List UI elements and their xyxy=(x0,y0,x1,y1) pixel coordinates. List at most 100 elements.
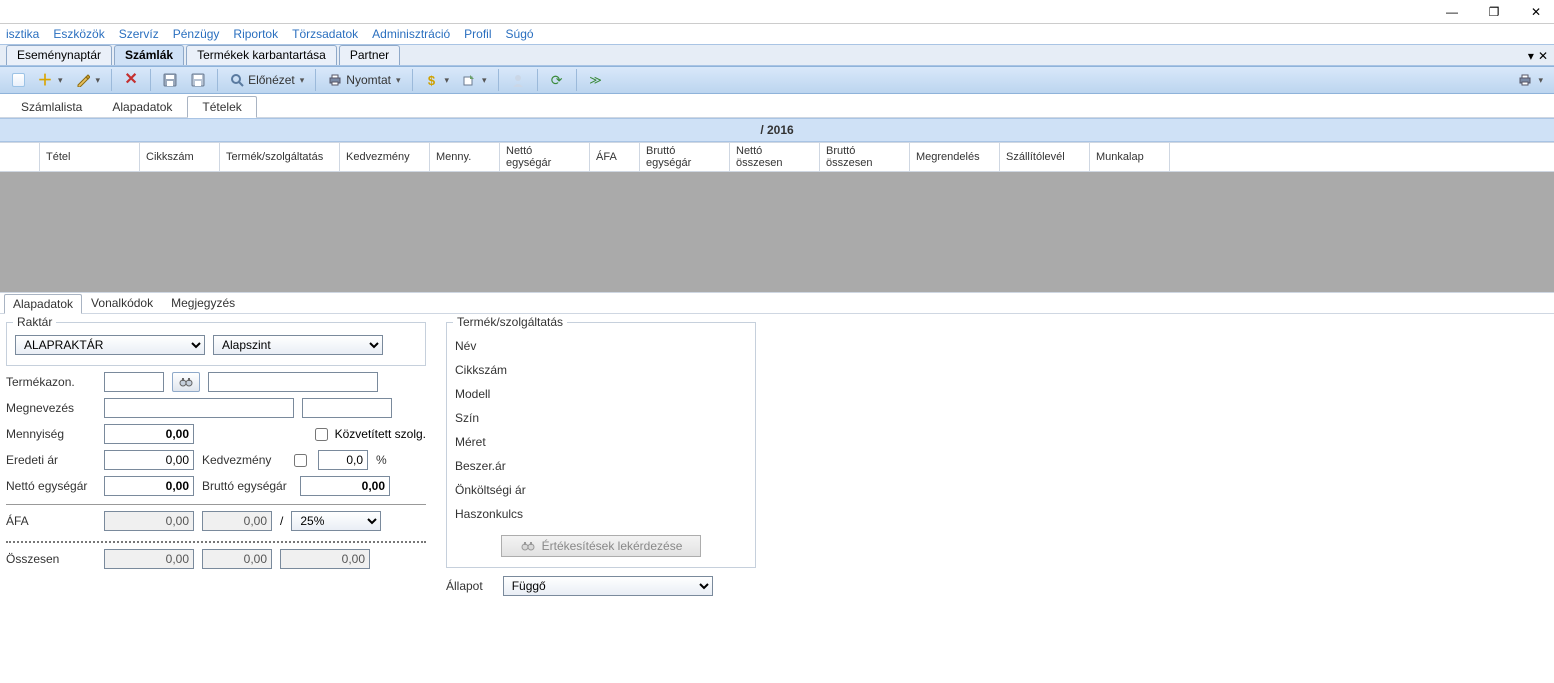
termek-lookup-button[interactable] xyxy=(172,372,200,392)
print-button[interactable]: Nyomtat xyxy=(322,68,405,92)
kozvetitett-checkbox[interactable]: Közvetített szolg. xyxy=(311,425,426,444)
menu-eszkozok[interactable]: Eszközök xyxy=(53,27,104,41)
print-label: Nyomtat xyxy=(346,73,391,87)
form-right: Termék/szolgáltatás Név Cikkszám Modell … xyxy=(446,322,756,596)
tabs-close-icon[interactable]: ✕ xyxy=(1538,49,1548,63)
megnevezes2-input[interactable] xyxy=(302,398,392,418)
col-termek[interactable]: Termék/szolgáltatás xyxy=(220,143,340,171)
info-beszerar: Beszer.ár xyxy=(455,459,747,473)
col-brutto-osszesen[interactable]: Bruttó összesen xyxy=(820,143,910,171)
info-nev: Név xyxy=(455,339,747,353)
minimize-button[interactable]: — xyxy=(1440,5,1464,19)
megnevezes-input[interactable] xyxy=(104,398,294,418)
delete-icon: ✕ xyxy=(123,72,139,88)
refresh-icon: ⟳ xyxy=(549,72,565,88)
brutto-egysegar-label: Bruttó egységár xyxy=(202,479,292,493)
toolbar-separator xyxy=(576,69,577,91)
col-menny[interactable]: Menny. xyxy=(430,143,500,171)
info-modell: Modell xyxy=(455,387,747,401)
raktar-group: Raktár ALAPRAKTÁR Alapszint xyxy=(6,322,426,366)
save-as-button[interactable] xyxy=(185,68,211,92)
menu-sugo[interactable]: Súgó xyxy=(506,27,534,41)
tab-esemenynaptar[interactable]: Eseménynaptár xyxy=(6,45,112,65)
megnevezes-label: Megnevezés xyxy=(6,401,96,415)
termek-desc-input[interactable] xyxy=(208,372,378,392)
person-icon xyxy=(510,72,526,88)
tab-szamlak[interactable]: Számlák xyxy=(114,45,184,65)
menu-adminisztracio[interactable]: Adminisztráció xyxy=(372,27,450,41)
col-afa[interactable]: ÁFA xyxy=(590,143,640,171)
menu-penzugy[interactable]: Pénzügy xyxy=(173,27,220,41)
menu-statisztika[interactable]: isztika xyxy=(6,27,39,41)
menu-riportok[interactable]: Riportok xyxy=(233,27,278,41)
col-netto-osszesen[interactable]: Nettó összesen xyxy=(730,143,820,171)
termekazon-input[interactable] xyxy=(104,372,164,392)
floppy-icon xyxy=(190,72,206,88)
sync-button[interactable]: ≫ xyxy=(583,68,609,92)
col-tetel[interactable]: Tétel xyxy=(40,143,140,171)
tab-termekek-karbantartasa[interactable]: Termékek karbantartása xyxy=(186,45,337,65)
dtab-alapadatok[interactable]: Alapadatok xyxy=(4,294,82,314)
netto-egysegar-label: Nettó egységár xyxy=(6,479,96,493)
raktar-select[interactable]: ALAPRAKTÁR xyxy=(15,335,205,355)
refresh-button[interactable]: ⟳ xyxy=(544,68,570,92)
close-button[interactable]: ✕ xyxy=(1524,5,1548,19)
restore-button[interactable]: ❐ xyxy=(1482,5,1506,19)
sales-query-button[interactable]: Értékesítések lekérdezése xyxy=(501,535,701,557)
edit-button[interactable] xyxy=(70,68,106,92)
preview-button[interactable]: Előnézet xyxy=(224,68,309,92)
kedvezmeny-input[interactable] xyxy=(318,450,368,470)
kedvezmeny-check[interactable] xyxy=(294,454,307,467)
form-area: Raktár ALAPRAKTÁR Alapszint Termékazon. xyxy=(0,314,1554,604)
col-munkalap[interactable]: Munkalap xyxy=(1090,143,1170,171)
binoculars-icon xyxy=(178,374,194,390)
mennyiseg-input[interactable] xyxy=(104,424,194,444)
dtab-megjegyzes[interactable]: Megjegyzés xyxy=(162,293,244,313)
tabs-dropdown-icon[interactable]: ▾ xyxy=(1528,49,1534,63)
save-button[interactable] xyxy=(157,68,183,92)
menu-szerviz[interactable]: Szervíz xyxy=(119,27,159,41)
user-button[interactable] xyxy=(505,68,531,92)
col-rowhandle[interactable] xyxy=(0,143,40,171)
menu-profil[interactable]: Profil xyxy=(464,27,491,41)
export-icon xyxy=(461,72,477,88)
tab-tetelek[interactable]: Tételek xyxy=(187,96,256,118)
tab-alapadatok-top[interactable]: Alapadatok xyxy=(97,96,187,117)
col-cikkszam[interactable]: Cikkszám xyxy=(140,143,220,171)
new-doc-button[interactable] xyxy=(6,68,30,92)
add-button[interactable]: ＋ xyxy=(32,68,68,92)
kozvetitett-check[interactable] xyxy=(315,428,328,441)
dtab-vonalkodok[interactable]: Vonalkódok xyxy=(82,293,162,313)
afa-rate-select[interactable]: 25% xyxy=(291,511,381,531)
currency-button[interactable]: $ xyxy=(419,68,455,92)
col-kedvezmeny[interactable]: Kedvezmény xyxy=(340,143,430,171)
col-megrendeles[interactable]: Megrendelés xyxy=(910,143,1000,171)
tab-partner[interactable]: Partner xyxy=(339,45,400,65)
szint-select[interactable]: Alapszint xyxy=(213,335,383,355)
osszesen-brutto xyxy=(280,549,370,569)
termek-info-group: Termék/szolgáltatás Név Cikkszám Modell … xyxy=(446,322,756,568)
termek-info-legend: Termék/szolgáltatás xyxy=(453,315,567,329)
menu-torzsadatok[interactable]: Törzsadatok xyxy=(292,27,358,41)
allapot-select[interactable]: Függő xyxy=(503,576,713,596)
eredeti-input[interactable] xyxy=(104,450,194,470)
eredeti-label: Eredeti ár xyxy=(6,453,96,467)
col-netto-egysegar[interactable]: Nettó egységár xyxy=(500,143,590,171)
export-button[interactable] xyxy=(456,68,492,92)
tab-szamlalista[interactable]: Számlalista xyxy=(6,96,97,117)
osszesen-label: Összesen xyxy=(6,552,96,566)
detail-tabs: Alapadatok Vonalkódok Megjegyzés xyxy=(0,292,1554,314)
plus-icon: ＋ xyxy=(37,72,53,88)
delete-button[interactable]: ✕ xyxy=(118,68,144,92)
col-szallitolevel[interactable]: Szállítólevél xyxy=(1000,143,1090,171)
netto-egysegar-input[interactable] xyxy=(104,476,194,496)
osszesen-netto xyxy=(104,549,194,569)
pencil-icon xyxy=(75,72,91,88)
print-right-button[interactable] xyxy=(1512,68,1548,92)
brutto-egysegar-input[interactable] xyxy=(300,476,390,496)
grid-body[interactable] xyxy=(0,172,1554,292)
col-brutto-egysegar[interactable]: Bruttó egységár xyxy=(640,143,730,171)
osszesen-afa xyxy=(202,549,272,569)
info-haszonkulcs: Haszonkulcs xyxy=(455,507,747,521)
window-titlebar: — ❐ ✕ xyxy=(0,0,1554,24)
